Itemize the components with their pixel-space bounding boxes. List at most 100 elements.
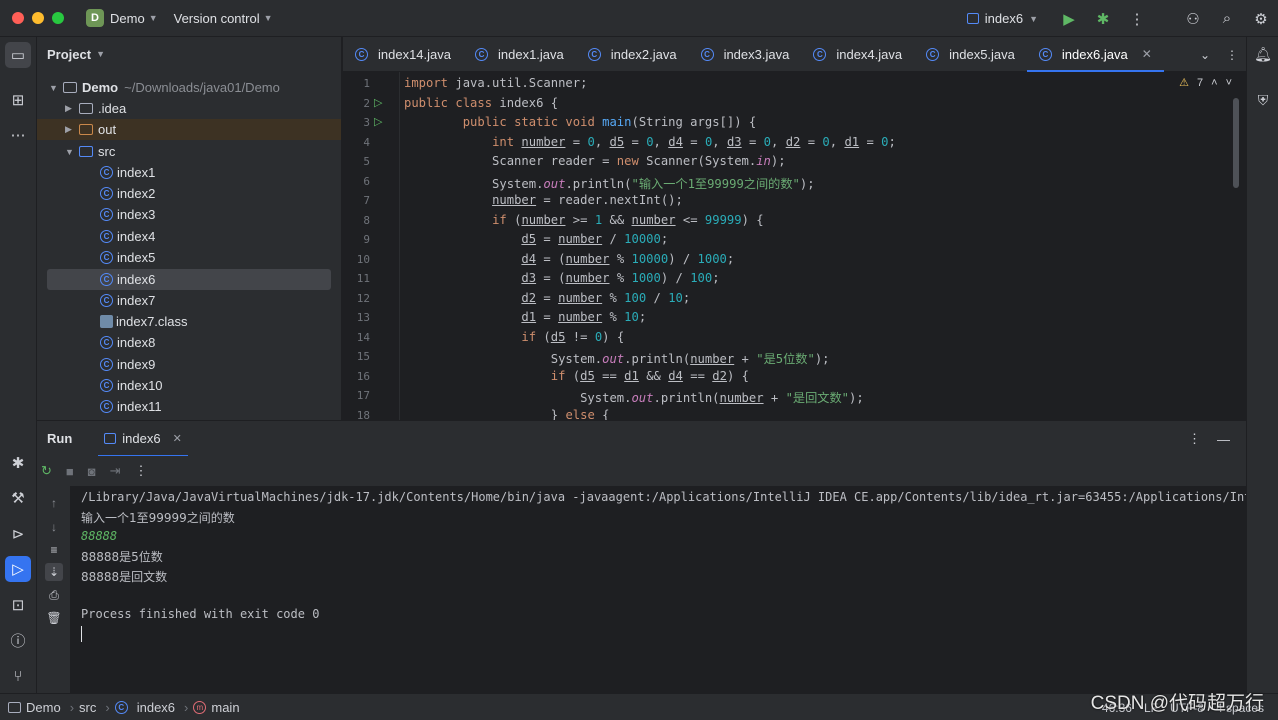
zoom-window-button[interactable] [52, 12, 64, 24]
services-icon[interactable]: ⊳ [5, 521, 31, 547]
inspection-widget[interactable]: ⚠ 7 ˄ ˅ [1179, 76, 1232, 90]
tree-item-index4[interactable]: Cindex4 [100, 226, 155, 247]
tree-item-index9[interactable]: Cindex9 [100, 354, 155, 375]
vcs-menu[interactable]: Version control ▼ [174, 11, 273, 26]
stop-icon[interactable]: ■ [66, 464, 74, 479]
print-icon[interactable]: ⎙ [45, 586, 63, 604]
more-icon[interactable]: ⋮ [1120, 0, 1154, 37]
folder-icon [79, 103, 93, 114]
chevron-up-icon[interactable]: ˄ [1211, 77, 1217, 89]
project-panel-header[interactable]: Project ▼ [37, 37, 341, 71]
exit-icon[interactable]: ⇥ [110, 463, 121, 479]
close-window-button[interactable] [12, 12, 24, 24]
debug-icon[interactable]: ✱ [1086, 0, 1120, 37]
arrow-up-icon[interactable]: ↑ [45, 494, 63, 512]
breadcrumb-item[interactable]: main [211, 700, 239, 715]
tree-item-index2[interactable]: Cindex2 [100, 183, 155, 204]
tree-item-index5[interactable]: Cindex5 [100, 247, 155, 268]
console-output[interactable]: /Library/Java/JavaVirtualMachines/jdk-17… [70, 486, 1246, 693]
search-icon[interactable]: ⌕ [1210, 0, 1244, 37]
problems-icon[interactable]: ⓘ [5, 627, 31, 653]
chevron-down-icon: ▼ [148, 13, 158, 23]
add-user-icon[interactable]: ⚇ [1176, 0, 1210, 37]
code-line-2: public class index6 { [404, 96, 559, 110]
tree-item-label: Demo [82, 80, 119, 95]
more-icon[interactable]: ⋮ [1226, 48, 1238, 62]
breadcrumb-item[interactable]: src [79, 700, 96, 715]
tab-index14[interactable]: Cindex14.java [343, 37, 463, 72]
breadcrumb: Demo › src › C index6 › m main [8, 700, 240, 715]
tree-item-src[interactable]: ▼ src [65, 141, 115, 162]
chevron-down-icon: ▼ [96, 49, 105, 59]
run-gutter-icon[interactable]: ▷ [374, 115, 386, 128]
tree-item-index3[interactable]: Cindex3 [100, 204, 155, 225]
structure-icon[interactable]: ⊞ [5, 87, 31, 113]
soft-wrap-icon[interactable]: ≡ [45, 541, 63, 559]
code-line-6: System.out.println("输入一个1至99999之间的数"); [404, 177, 815, 191]
tab-index4[interactable]: Cindex4.java [801, 37, 914, 72]
tab-index5[interactable]: Cindex5.java [914, 37, 1027, 72]
watermark: CSDN @代码超万行 [1090, 693, 1264, 714]
tree-item-index1[interactable]: Cindex1 [100, 162, 155, 183]
chevron-down-icon[interactable]: ˅ [1226, 77, 1232, 89]
tree-item-label: index9 [117, 357, 156, 372]
class-icon: C [100, 400, 113, 413]
run-panel-header: Run index6 ✕ ⋮ — [37, 420, 1246, 457]
close-icon[interactable]: ✕ [173, 432, 182, 445]
run-tool-icon[interactable]: ▷ [5, 556, 31, 582]
tree-item-index6[interactable]: Cindex6 [100, 269, 155, 290]
rerun-icon[interactable]: ↻ [41, 463, 52, 479]
tree-item-index11[interactable]: Cindex11 [100, 396, 162, 417]
project-switcher[interactable]: Demo ▼ [110, 11, 158, 26]
run-panel-actions: ⋮ — [1188, 421, 1230, 457]
tree-item-path: ~/Downloads/java01/Demo [124, 80, 280, 95]
debug-tool-icon[interactable]: ✱ [5, 450, 31, 476]
close-icon[interactable]: ✕ [1142, 47, 1152, 61]
terminal-icon[interactable]: ⊡ [5, 592, 31, 618]
line-number: 9 [363, 233, 370, 246]
code-line-10: d4 = (number % 10000) / 1000; [521, 252, 735, 266]
run-gutter-icon[interactable]: ▷ [374, 96, 386, 109]
arrow-down-icon[interactable]: ↓ [45, 518, 63, 536]
tree-item-index7-class[interactable]: index7.class [100, 311, 188, 332]
camera-icon[interactable]: ◙ [88, 464, 96, 479]
breadcrumb-item[interactable]: index6 [137, 700, 175, 715]
tab-index2[interactable]: Cindex2.java [576, 37, 689, 72]
run-icon[interactable]: ▶ [1052, 0, 1086, 37]
project-name: Demo [110, 10, 145, 26]
more-tools-icon[interactable]: ⋯ [5, 122, 31, 148]
breadcrumb-item[interactable]: Demo [26, 700, 61, 715]
scroll-to-end-icon[interactable]: ⇣ [45, 563, 63, 581]
code-editor[interactable]: ⚠ 7 ˄ ˅ 1 2 3 4 5 6 7 8 9 10 11 12 13 14 15 16 17 18 ▷ ▷ … [343, 72, 1246, 420]
tree-item-out[interactable]: ▶ out [65, 119, 116, 140]
tab-index1[interactable]: Cindex1.java [463, 37, 576, 72]
minimize-icon[interactable]: — [1217, 432, 1230, 447]
line-number: 2 [363, 97, 370, 110]
run-config-selector[interactable]: index6 ▼ [966, 11, 1038, 26]
project-tool-icon[interactable]: ▭ [5, 42, 31, 68]
code-line-14: if (d5 != 0) { [521, 330, 625, 344]
notifications-icon[interactable]: 🔔︎ [1251, 42, 1275, 66]
vcs-label: Version control [173, 10, 260, 26]
trash-icon[interactable]: 🗑︎ [45, 609, 63, 627]
chevron-down-icon[interactable]: ⌄ [1200, 48, 1210, 62]
gutter-divider [399, 72, 400, 420]
tab-index3[interactable]: Cindex3.java [689, 37, 802, 72]
tree-item-demo[interactable]: ▼ Demo ~/Downloads/java01/Demo [49, 77, 280, 98]
tree-item-idea[interactable]: ▶ .idea [65, 98, 126, 119]
editor-scrollbar[interactable] [1233, 98, 1239, 188]
run-tab-index6[interactable]: index6 ✕ [98, 421, 188, 457]
git-icon[interactable]: ⑂ [5, 663, 31, 689]
minimize-window-button[interactable] [32, 12, 44, 24]
shield-icon[interactable]: ⛨ [1251, 88, 1275, 112]
tree-item-index10[interactable]: Cindex10 [100, 375, 163, 396]
tree-item-index7[interactable]: Cindex7 [100, 290, 155, 311]
tab-index6[interactable]: Cindex6.java ✕ [1026, 37, 1164, 72]
more-icon[interactable]: ⋮ [135, 463, 148, 479]
gear-icon[interactable]: ⚙ [1244, 0, 1278, 37]
tree-item-index8[interactable]: Cindex8 [100, 332, 155, 353]
tab-label: index3.java [723, 46, 790, 62]
more-icon[interactable]: ⋮ [1188, 431, 1201, 447]
build-icon[interactable]: ⚒ [5, 485, 31, 511]
code-line-12: d2 = number % 100 / 10; [521, 291, 691, 305]
